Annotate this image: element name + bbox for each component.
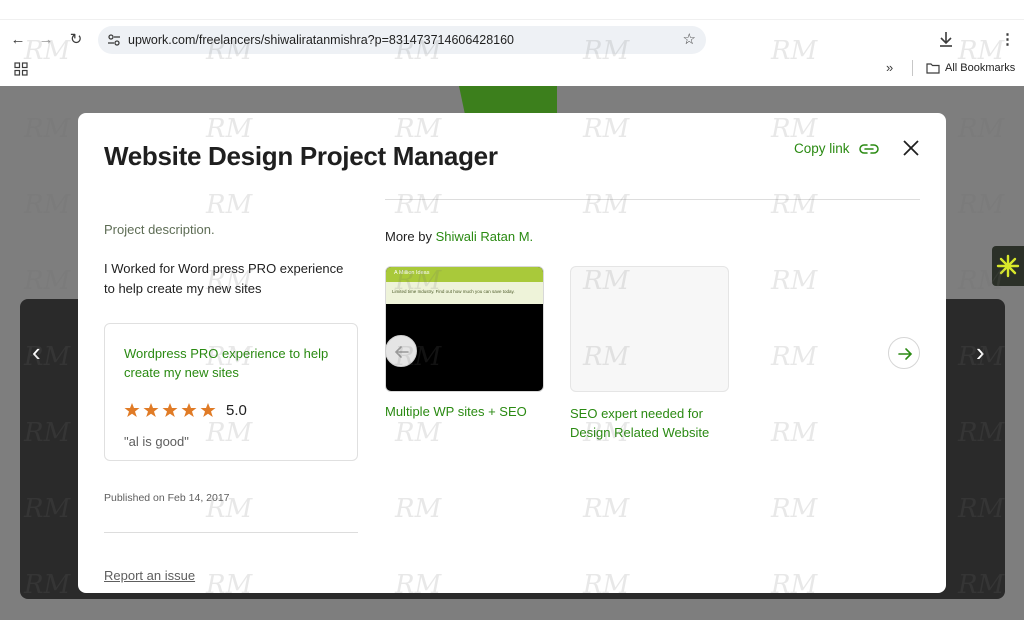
forward-icon[interactable]: → (36, 30, 56, 50)
asterisk-icon (996, 254, 1020, 278)
reload-icon[interactable]: ↻ (66, 30, 86, 50)
copy-link-label: Copy link (794, 141, 850, 156)
published-date: Published on Feb 14, 2017 (104, 492, 230, 504)
footer-divider (104, 532, 358, 533)
project-modal: Website Design Project Manager Copy link… (78, 113, 946, 593)
project-description: I Worked for Word press PRO experience t… (104, 261, 344, 296)
all-bookmarks[interactable]: All Bookmarks (926, 62, 1015, 74)
folder-icon (926, 63, 940, 74)
chevron-double-icon[interactable]: » (886, 60, 893, 75)
back-icon[interactable]: ← (8, 30, 28, 50)
project-description-label: Project description. (104, 222, 215, 237)
side-widget[interactable] (992, 246, 1024, 286)
tab-strip (0, 0, 1024, 20)
url-text[interactable]: upwork.com/freelancers/shiwaliratanmishr… (128, 32, 514, 48)
thumbnail-subtext: Limited time Industry. Find out how much… (392, 289, 515, 294)
report-issue-link[interactable]: Report an issue (104, 568, 195, 583)
author-link[interactable]: Shiwali Ratan M. (436, 229, 534, 244)
arrow-left-icon (394, 346, 409, 358)
header-divider (385, 199, 920, 200)
carousel-prev-chevron-icon[interactable]: ‹ (32, 337, 41, 368)
star-icon (143, 403, 159, 417)
download-icon[interactable] (938, 30, 954, 52)
thumbnail-header-text: A Million Ideas (394, 270, 430, 276)
star-icon (162, 403, 178, 417)
related-project-thumbnail[interactable] (570, 266, 729, 392)
page-bottom (0, 620, 1024, 639)
review-title[interactable]: Wordpress PRO experience to help create … (124, 344, 344, 382)
close-icon[interactable] (900, 137, 922, 159)
review-card: Wordpress PRO experience to help create … (104, 323, 358, 461)
review-quote: "al is good" (124, 434, 189, 449)
related-prev-button[interactable] (385, 335, 417, 367)
related-project-title[interactable]: Multiple WP sites + SEO (385, 404, 527, 419)
rating-value: 5.0 (226, 402, 247, 419)
modal-title: Website Design Project Manager (104, 141, 498, 171)
bookmarks-separator (912, 60, 913, 76)
related-next-button[interactable] (888, 337, 920, 369)
star-icon (181, 403, 197, 417)
thumbnail-header: A Million Ideas (386, 267, 543, 282)
star-icon (124, 403, 140, 417)
site-settings-icon[interactable] (106, 32, 122, 48)
link-icon (858, 143, 879, 154)
related-project-thumbnail[interactable]: A Million Ideas Limited time Industry. F… (385, 266, 544, 392)
more-by-heading: More by Shiwali Ratan M. (385, 229, 533, 244)
thumbnail-banner: Limited time Industry. Find out how much… (386, 282, 543, 304)
all-bookmarks-label: All Bookmarks (945, 62, 1016, 74)
star-icon[interactable]: ☆ (683, 30, 696, 48)
star-icon (200, 403, 216, 417)
apps-icon[interactable] (14, 62, 28, 76)
star-rating (124, 402, 216, 418)
copy-link-button[interactable]: Copy link (794, 141, 880, 156)
browser-chrome: ← → ↻ upwork.com/freelancers/shiwalirata… (0, 0, 1024, 86)
more-by-prefix: More by (385, 229, 432, 244)
address-bar[interactable]: upwork.com/freelancers/shiwaliratanmishr… (98, 26, 706, 54)
carousel-next-chevron-icon[interactable]: › (976, 337, 985, 368)
menu-icon[interactable]: ⋮ (1000, 30, 1015, 48)
background-graphic (459, 86, 557, 114)
arrow-right-icon (898, 348, 913, 360)
related-project-title[interactable]: SEO expert needed for Design Related Web… (570, 404, 740, 442)
